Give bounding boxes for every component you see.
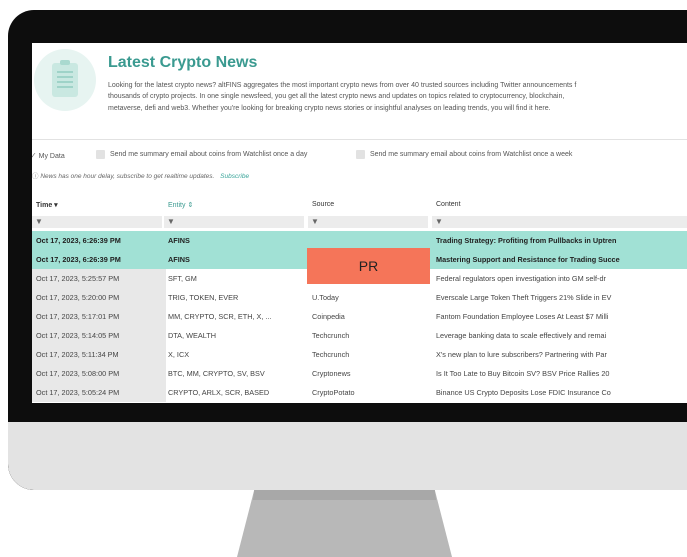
- cell-content: Everscale Large Token Theft Triggers 21%…: [436, 293, 612, 302]
- cell-source: Cryptonews: [312, 369, 351, 378]
- cell-source: Techcrunch: [312, 331, 350, 340]
- weekly-email-label: Send me summary email about coins from W…: [369, 151, 573, 159]
- source-filter[interactable]: ▼: [308, 216, 428, 228]
- cell-content: Is It Too Late to Buy Bitcoin SV? BSV Pr…: [436, 369, 610, 378]
- cell-content: X's new plan to lure subscribers? Partne…: [436, 350, 607, 359]
- monitor-frame: Latest Crypto News Looking for the lates…: [8, 10, 687, 490]
- description-line: metaverse, defi and web3. Whether you're…: [108, 104, 551, 112]
- table-row[interactable]: Oct 17, 2023, 5:17:01 PM MM, CRYPTO, SCR…: [32, 307, 687, 326]
- column-header-entity[interactable]: Entity ⇕: [168, 201, 193, 209]
- cell-content: Federal regulators open investigation in…: [436, 274, 606, 283]
- time-filter[interactable]: ▼: [32, 216, 162, 228]
- cell-entity: SFT, GM: [168, 274, 197, 283]
- my-data-label: My Data: [38, 153, 65, 160]
- table-row[interactable]: Oct 17, 2023, 5:20:00 PM TRIG, TOKEN, EV…: [32, 288, 687, 307]
- checkbox-icon: [96, 150, 105, 159]
- table-row[interactable]: Oct 17, 2023, 5:11:34 PM X, ICX Techcrun…: [32, 345, 687, 364]
- column-header-content[interactable]: Content: [436, 201, 461, 208]
- options-bar: ✓ My Data Send me summary email about co…: [32, 150, 687, 166]
- cell-source: Coinpedia: [312, 312, 345, 321]
- page-header: Latest Crypto News Looking for the lates…: [32, 43, 687, 139]
- column-header-source[interactable]: Source: [312, 201, 334, 208]
- notice-text: News has one hour delay, subscribe to ge…: [40, 173, 215, 180]
- cell-entity: AFINS: [168, 255, 190, 264]
- cell-time: Oct 17, 2023, 5:25:57 PM: [32, 269, 166, 288]
- cell-source: U.Today: [312, 293, 339, 302]
- table-row[interactable]: Oct 17, 2023, 5:14:05 PM DTA, WEALTH Tec…: [32, 326, 687, 345]
- cell-content: Binance US Crypto Deposits Lose FDIC Ins…: [436, 388, 611, 397]
- filter-icon: ▼: [311, 217, 319, 226]
- checkbox-icon: ✓: [32, 151, 37, 160]
- cell-time: Oct 17, 2023, 6:26:39 PM: [32, 231, 166, 250]
- cell-entity: TRIG, TOKEN, EVER: [168, 293, 239, 302]
- monitor-chin: [8, 422, 687, 490]
- page-title: Latest Crypto News: [108, 54, 258, 71]
- cell-time: Oct 17, 2023, 5:17:01 PM: [32, 307, 166, 326]
- divider: [32, 139, 687, 140]
- table-row[interactable]: Oct 17, 2023, 5:08:00 PM BTC, MM, CRYPTO…: [32, 364, 687, 383]
- weekly-email-checkbox[interactable]: Send me summary email about coins from W…: [356, 150, 572, 159]
- cell-content: Leverage banking data to scale effective…: [436, 331, 607, 340]
- checkbox-icon: [356, 150, 365, 159]
- cell-time: Oct 17, 2023, 5:05:24 PM: [32, 383, 166, 402]
- filter-icon: ▼: [167, 217, 175, 226]
- description-line: thousands of crypto projects. In one sin…: [108, 93, 565, 101]
- cell-content: Trading Strategy: Profiting from Pullbac…: [436, 236, 617, 245]
- cell-time: Oct 17, 2023, 5:14:05 PM: [32, 326, 166, 345]
- cell-entity: DTA, WEALTH: [168, 331, 216, 340]
- filter-icon: ▼: [435, 217, 443, 226]
- monitor-stand-shadow: [252, 490, 437, 500]
- pr-overlay-label: PR: [307, 248, 430, 284]
- cell-entity: BTC, MM, CRYPTO, SV, BSV: [168, 369, 265, 378]
- entity-filter[interactable]: ▼: [164, 216, 304, 228]
- cell-source: CryptoPotato: [312, 388, 355, 397]
- info-icon: ⓘ: [32, 173, 39, 180]
- cell-entity: AFINS: [168, 236, 190, 245]
- cell-entity: X, ICX: [168, 350, 190, 359]
- cell-entity: MM, CRYPTO, SCR, ETH, X, ...: [168, 312, 272, 321]
- cell-content: Mastering Support and Resistance for Tra…: [436, 255, 620, 264]
- delay-notice: ⓘ News has one hour delay, subscribe to …: [32, 170, 249, 180]
- cell-entity: CRYPTO, ARLX, SCR, BASED: [168, 388, 270, 397]
- page-description: Looking for the latest crypto news? altF…: [108, 80, 687, 114]
- column-header-time[interactable]: Time ▾: [36, 201, 58, 209]
- filter-icon: ▼: [35, 217, 43, 226]
- cell-time: Oct 17, 2023, 5:11:34 PM: [32, 345, 166, 364]
- monitor-stand: [237, 490, 452, 557]
- news-document-icon: [34, 49, 96, 111]
- daily-email-label: Send me summary email about coins from W…: [109, 151, 308, 159]
- subscribe-link[interactable]: Subscribe: [220, 173, 249, 180]
- screen: Latest Crypto News Looking for the lates…: [32, 43, 687, 403]
- daily-email-checkbox[interactable]: Send me summary email about coins from W…: [96, 150, 307, 159]
- cell-time: Oct 17, 2023, 6:26:39 PM: [32, 250, 166, 269]
- table-row[interactable]: Oct 17, 2023, 5:05:24 PM CRYPTO, ARLX, S…: [32, 383, 687, 402]
- cell-content: Fantom Foundation Employee Loses At Leas…: [436, 312, 609, 321]
- my-data-toggle[interactable]: ✓ My Data: [32, 151, 65, 160]
- cell-time: Oct 17, 2023, 5:20:00 PM: [32, 288, 166, 307]
- description-line: Looking for the latest crypto news? altF…: [108, 82, 577, 89]
- content-filter[interactable]: ▼: [432, 216, 687, 228]
- cell-time: Oct 17, 2023, 5:08:00 PM: [32, 364, 166, 383]
- cell-source: Techcrunch: [312, 350, 350, 359]
